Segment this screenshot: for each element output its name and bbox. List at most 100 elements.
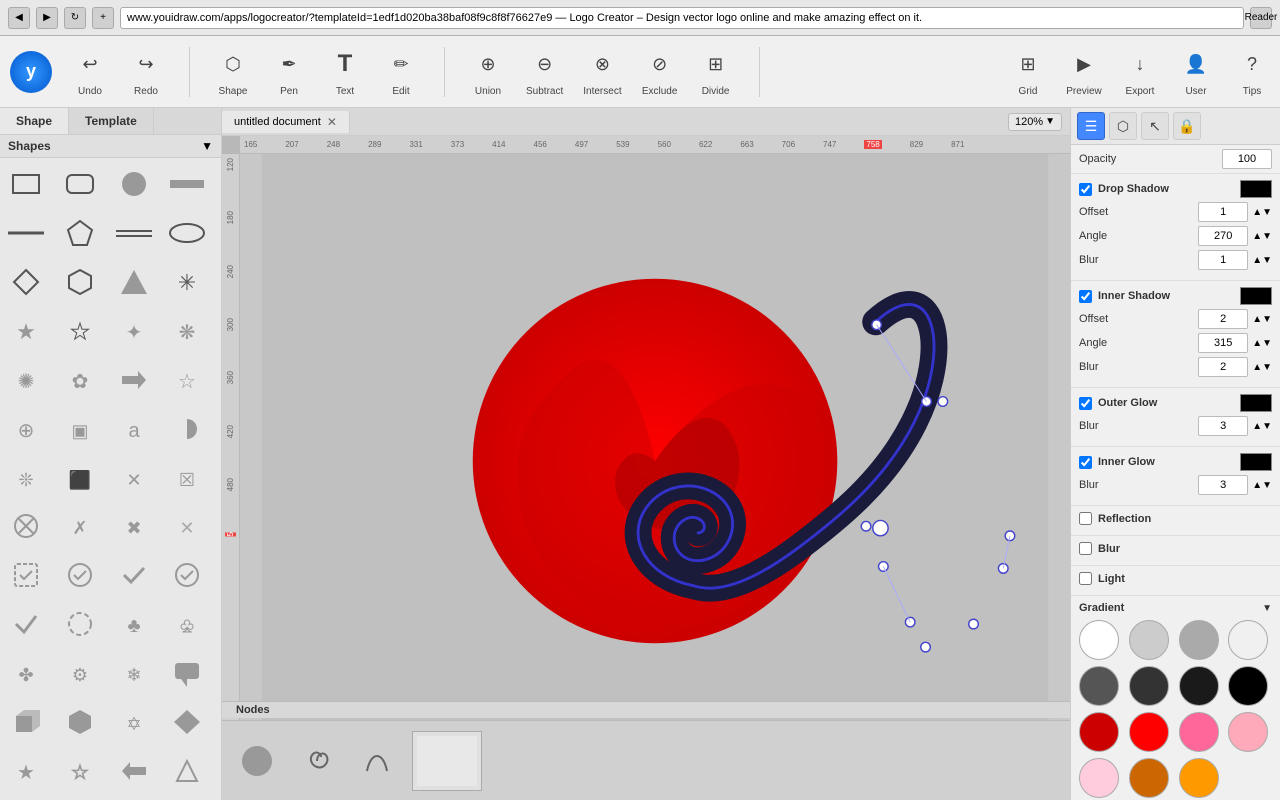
inner-glow-blur-spinner[interactable]: ▲▼ [1252,480,1272,491]
redo-button[interactable]: ↪ [128,46,164,82]
shape-checkmark1[interactable] [112,553,156,597]
shape-chat-bubble[interactable] [165,651,209,695]
shape-x-cross2[interactable]: ✖ [112,504,156,548]
gradient-pink[interactable] [1179,712,1219,752]
shape-gear2[interactable]: ✤ [4,651,48,695]
shape-cube[interactable]: ⬛ [58,456,102,500]
shape-circle[interactable] [112,162,156,206]
shape-hexagon[interactable] [58,260,102,304]
inner-shadow-angle-input[interactable] [1198,333,1248,353]
shape-triangle-up[interactable] [165,749,209,793]
gradient-gray[interactable] [1179,620,1219,660]
gradient-light-pink2[interactable] [1079,758,1119,798]
shape-ellipse[interactable] [165,211,209,255]
shape-gear1[interactable]: ⊕ [4,407,48,451]
drop-shadow-angle-input[interactable] [1198,226,1248,246]
cursor-button[interactable]: ↖ [1141,112,1169,140]
canvas-tab-close[interactable]: ✕ [327,115,337,129]
edit-button[interactable]: ✏ [383,46,419,82]
inner-shadow-offset-input[interactable] [1198,309,1248,329]
drop-shadow-blur-input[interactable] [1198,250,1248,270]
shape-snowflake[interactable]: ❄ [112,651,156,695]
shapes-dropdown-icon[interactable]: ▼ [201,139,213,153]
shape-x-mark[interactable]: ✕ [112,456,156,500]
inner-shadow-blur-input[interactable] [1198,357,1248,377]
pen-button[interactable]: ✒ [271,46,307,82]
node-curve-tool[interactable] [352,736,402,786]
shape-rectangle[interactable] [4,162,48,206]
shape-button[interactable]: ⬡ [215,46,251,82]
new-tab-button[interactable]: + [92,7,114,29]
exclude-button[interactable]: ⊘ [642,46,678,82]
back-button[interactable]: ◀ [8,7,30,29]
inner-shadow-color[interactable] [1240,287,1272,305]
gradient-light-gray[interactable] [1129,620,1169,660]
gradient-dropdown-icon[interactable]: ▼ [1262,603,1272,614]
shape-rounded-rect[interactable] [58,162,102,206]
divide-button[interactable]: ⊞ [698,46,734,82]
gradient-red-dark[interactable] [1079,712,1119,752]
inner-shadow-angle-spinner[interactable]: ▲▼ [1252,338,1272,349]
user-button[interactable]: 👤 [1178,46,1214,82]
gradient-dark-gray2[interactable] [1129,666,1169,706]
outer-glow-blur-input[interactable] [1198,416,1248,436]
node-circle-tool[interactable] [232,736,282,786]
outer-glow-color[interactable] [1240,394,1272,412]
union-button[interactable]: ⊕ [470,46,506,82]
subtract-button[interactable]: ⊖ [527,46,563,82]
drop-shadow-angle-spinner[interactable]: ▲▼ [1252,231,1272,242]
outer-glow-checkbox[interactable] [1079,397,1092,410]
gradient-light-pink[interactable] [1228,712,1268,752]
light-checkbox[interactable] [1079,572,1092,585]
gradient-brown-orange[interactable] [1129,758,1169,798]
export-button[interactable]: ↓ [1122,46,1158,82]
shape-text-a[interactable]: a [112,407,156,451]
gradient-white[interactable] [1079,620,1119,660]
shape-arrow-left[interactable] [112,749,156,793]
shape-starburst[interactable]: ❋ [165,309,209,353]
reader-button[interactable]: Reader [1250,7,1272,29]
shape-double-line[interactable] [112,211,156,255]
gradient-orange[interactable] [1179,758,1219,798]
drop-shadow-offset-spinner[interactable]: ▲▼ [1252,207,1272,218]
shape-diamond-solid[interactable] [165,700,209,744]
gradient-very-dark[interactable] [1179,666,1219,706]
layers-button[interactable]: ☰ [1077,112,1105,140]
text-button[interactable]: T [327,46,363,82]
shape-club1[interactable]: ♣ [112,602,156,646]
tab-template[interactable]: Template [69,108,154,134]
shape-triangle[interactable] [112,260,156,304]
shape-star8[interactable]: ✦ [112,309,156,353]
shape-half-circle[interactable] [165,407,209,451]
drop-shadow-color[interactable] [1240,180,1272,198]
shape-checkmark2[interactable] [165,553,209,597]
shape-box-3d[interactable] [4,700,48,744]
shape-diamond[interactable] [4,260,48,304]
shape-x-cross1[interactable]: ✗ [58,504,102,548]
shape-pentagon[interactable] [58,211,102,255]
tips-button[interactable]: ? [1234,46,1270,82]
gradient-red[interactable] [1129,712,1169,752]
shape-circle-x[interactable] [4,504,48,548]
shape-wide-rect[interactable] [165,162,209,206]
drop-shadow-checkbox[interactable] [1079,183,1092,196]
canvas-tab-untitled[interactable]: untitled document ✕ [222,111,350,133]
shape-circle-outline[interactable] [58,602,102,646]
grid-button[interactable]: ⊞ [1010,46,1046,82]
shape-check-circle[interactable] [58,553,102,597]
preview-button[interactable]: ▶ [1066,46,1102,82]
lock-button[interactable]: 🔒 [1173,112,1201,140]
node-spiral-tool[interactable] [292,736,342,786]
drop-shadow-offset-input[interactable] [1198,202,1248,222]
shape-x-cross3[interactable]: ✕ [165,504,209,548]
shape-sunburst[interactable]: ✺ [4,358,48,402]
undo-button[interactable]: ↩ [72,46,108,82]
shape-star5-outline[interactable]: ★ [58,309,102,353]
stack-button[interactable]: ⬡ [1109,112,1137,140]
shape-star-5b[interactable]: ☆ [58,749,102,793]
inner-glow-blur-input[interactable] [1198,475,1248,495]
shape-asterisk[interactable]: ✳ [165,260,209,304]
tab-shape[interactable]: Shape [0,108,69,134]
gradient-dark-gray1[interactable] [1079,666,1119,706]
refresh-button[interactable]: ↻ [64,7,86,29]
